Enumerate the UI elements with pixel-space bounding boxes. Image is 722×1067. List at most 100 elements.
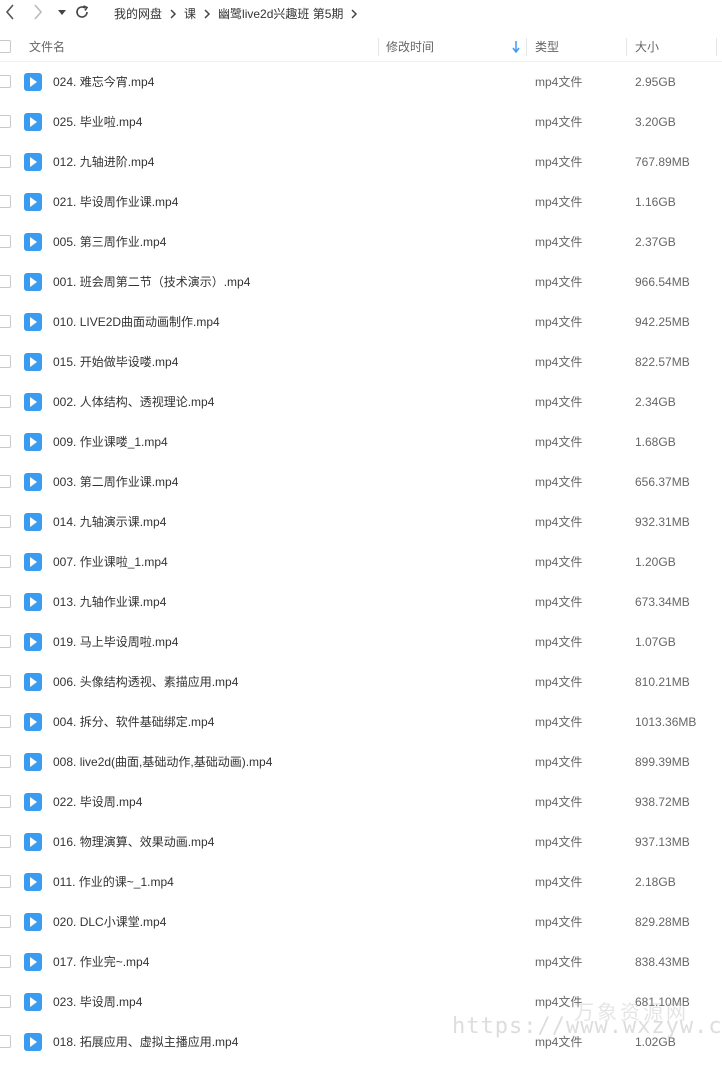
select-all-checkbox[interactable] <box>0 40 11 53</box>
file-row[interactable]: 007. 作业课啦_1.mp4 mp4文件 1.20GB <box>0 542 722 582</box>
file-row[interactable]: 020. DLC小课堂.mp4 mp4文件 829.28MB <box>0 902 722 942</box>
row-checkbox[interactable] <box>0 275 11 288</box>
file-name[interactable]: 005. 第三周作业.mp4 <box>53 222 166 262</box>
row-checkbox[interactable] <box>0 1035 11 1048</box>
file-row[interactable]: 013. 九轴作业课.mp4 mp4文件 673.34MB <box>0 582 722 622</box>
row-checkbox[interactable] <box>0 595 11 608</box>
file-row[interactable]: 016. 物理演算、效果动画.mp4 mp4文件 937.13MB <box>0 822 722 862</box>
row-checkbox[interactable] <box>0 635 11 648</box>
file-name[interactable]: 019. 马上毕设周啦.mp4 <box>53 622 178 662</box>
file-type: mp4文件 <box>535 795 583 809</box>
file-row[interactable]: 014. 九轴演示课.mp4 mp4文件 932.31MB <box>0 502 722 542</box>
back-button[interactable] <box>0 2 20 22</box>
row-checkbox[interactable] <box>0 835 11 848</box>
row-checkbox[interactable] <box>0 155 11 168</box>
column-divider[interactable] <box>378 38 379 56</box>
column-divider[interactable] <box>716 38 717 56</box>
row-checkbox[interactable] <box>0 675 11 688</box>
row-checkbox[interactable] <box>0 195 11 208</box>
file-name[interactable]: 003. 第二周作业课.mp4 <box>53 462 178 502</box>
file-name[interactable]: 015. 开始做毕设喽.mp4 <box>53 342 178 382</box>
file-size: 1.16GB <box>635 195 676 209</box>
file-name[interactable]: 013. 九轴作业课.mp4 <box>53 582 166 622</box>
file-name[interactable]: 017. 作业完~.mp4 <box>53 942 149 982</box>
file-name[interactable]: 011. 作业的课~_1.mp4 <box>53 862 174 902</box>
video-file-icon <box>24 233 42 251</box>
file-row[interactable]: 019. 马上毕设周啦.mp4 mp4文件 1.07GB <box>0 622 722 662</box>
file-name[interactable]: 016. 物理演算、效果动画.mp4 <box>53 822 214 862</box>
row-checkbox[interactable] <box>0 395 11 408</box>
column-divider[interactable] <box>526 38 527 56</box>
file-name[interactable]: 014. 九轴演示课.mp4 <box>53 502 166 542</box>
file-row[interactable]: 001. 班会周第二节（技术演示）.mp4 mp4文件 966.54MB <box>0 262 722 302</box>
column-type[interactable]: 类型 <box>535 32 559 62</box>
file-size: 829.28MB <box>635 915 690 929</box>
file-name[interactable]: 010. LIVE2D曲面动画制作.mp4 <box>53 302 220 342</box>
row-checkbox[interactable] <box>0 875 11 888</box>
file-row[interactable]: 009. 作业课喽_1.mp4 mp4文件 1.68GB <box>0 422 722 462</box>
row-checkbox[interactable] <box>0 235 11 248</box>
row-checkbox[interactable] <box>0 715 11 728</box>
file-name[interactable]: 002. 人体结构、透视理论.mp4 <box>53 382 214 422</box>
file-name[interactable]: 024. 难忘今宵.mp4 <box>53 62 154 102</box>
file-type: mp4文件 <box>535 755 583 769</box>
file-row[interactable]: 012. 九轴进阶.mp4 mp4文件 767.89MB <box>0 142 722 182</box>
file-row[interactable]: 003. 第二周作业课.mp4 mp4文件 656.37MB <box>0 462 722 502</box>
refresh-button[interactable] <box>72 2 92 22</box>
row-checkbox[interactable] <box>0 475 11 488</box>
row-checkbox[interactable] <box>0 795 11 808</box>
file-row[interactable]: 006. 头像结构透视、素描应用.mp4 mp4文件 810.21MB <box>0 662 722 702</box>
breadcrumb-item[interactable]: 课 <box>184 5 196 22</box>
file-row[interactable]: 018. 拓展应用、虚拟主播应用.mp4 mp4文件 1.02GB <box>0 1022 722 1062</box>
file-row[interactable]: 022. 毕设周.mp4 mp4文件 938.72MB <box>0 782 722 822</box>
history-dropdown-button[interactable] <box>52 2 72 22</box>
file-row[interactable]: 021. 毕设周作业课.mp4 mp4文件 1.16GB <box>0 182 722 222</box>
row-checkbox[interactable] <box>0 435 11 448</box>
file-row[interactable]: 024. 难忘今宵.mp4 mp4文件 2.95GB <box>0 62 722 102</box>
forward-button[interactable] <box>28 2 48 22</box>
video-file-icon <box>24 1033 42 1051</box>
file-row[interactable]: 023. 毕设周.mp4 mp4文件 681.10MB <box>0 982 722 1022</box>
file-name[interactable]: 023. 毕设周.mp4 <box>53 982 142 1022</box>
column-divider[interactable] <box>626 38 627 56</box>
file-name[interactable]: 022. 毕设周.mp4 <box>53 782 142 822</box>
file-name[interactable]: 020. DLC小课堂.mp4 <box>53 902 166 942</box>
row-checkbox[interactable] <box>0 355 11 368</box>
file-row[interactable]: 008. live2d(曲面,基础动作,基础动画).mp4 mp4文件 899.39… <box>0 742 722 782</box>
row-checkbox[interactable] <box>0 555 11 568</box>
row-checkbox[interactable] <box>0 955 11 968</box>
file-name[interactable]: 007. 作业课啦_1.mp4 <box>53 542 168 582</box>
file-name[interactable]: 001. 班会周第二节（技术演示）.mp4 <box>53 262 250 302</box>
chevron-right-icon[interactable] <box>350 8 358 19</box>
file-size: 932.31MB <box>635 515 690 529</box>
breadcrumb-item[interactable]: 我的网盘 <box>114 5 162 22</box>
file-row[interactable]: 010. LIVE2D曲面动画制作.mp4 mp4文件 942.25MB <box>0 302 722 342</box>
row-checkbox[interactable] <box>0 515 11 528</box>
file-name[interactable]: 021. 毕设周作业课.mp4 <box>53 182 178 222</box>
file-row[interactable]: 002. 人体结构、透视理论.mp4 mp4文件 2.34GB <box>0 382 722 422</box>
file-name[interactable]: 006. 头像结构透视、素描应用.mp4 <box>53 662 238 702</box>
row-checkbox[interactable] <box>0 75 11 88</box>
file-name[interactable]: 025. 毕业啦.mp4 <box>53 102 142 142</box>
column-name[interactable]: 文件名 <box>29 32 65 62</box>
file-row[interactable]: 011. 作业的课~_1.mp4 mp4文件 2.18GB <box>0 862 722 902</box>
file-row[interactable]: 025. 毕业啦.mp4 mp4文件 3.20GB <box>0 102 722 142</box>
row-checkbox[interactable] <box>0 315 11 328</box>
file-row[interactable]: 004. 拆分、软件基础绑定.mp4 mp4文件 1013.36MB <box>0 702 722 742</box>
sort-descending-icon[interactable] <box>512 41 520 56</box>
row-checkbox[interactable] <box>0 915 11 928</box>
file-name[interactable]: 009. 作业课喽_1.mp4 <box>53 422 168 462</box>
file-name[interactable]: 008. live2d(曲面,基础动作,基础动画).mp4 <box>53 742 272 782</box>
row-checkbox[interactable] <box>0 995 11 1008</box>
column-modified[interactable]: 修改时间 <box>386 32 434 62</box>
breadcrumb-item[interactable]: 幽鹭live2d兴趣班 第5期 <box>218 5 343 22</box>
file-name[interactable]: 004. 拆分、软件基础绑定.mp4 <box>53 702 214 742</box>
file-name[interactable]: 012. 九轴进阶.mp4 <box>53 142 154 182</box>
row-checkbox[interactable] <box>0 755 11 768</box>
file-row[interactable]: 017. 作业完~.mp4 mp4文件 838.43MB <box>0 942 722 982</box>
row-checkbox[interactable] <box>0 115 11 128</box>
column-size[interactable]: 大小 <box>635 32 659 62</box>
file-row[interactable]: 015. 开始做毕设喽.mp4 mp4文件 822.57MB <box>0 342 722 382</box>
file-row[interactable]: 005. 第三周作业.mp4 mp4文件 2.37GB <box>0 222 722 262</box>
file-name[interactable]: 018. 拓展应用、虚拟主播应用.mp4 <box>53 1022 238 1062</box>
